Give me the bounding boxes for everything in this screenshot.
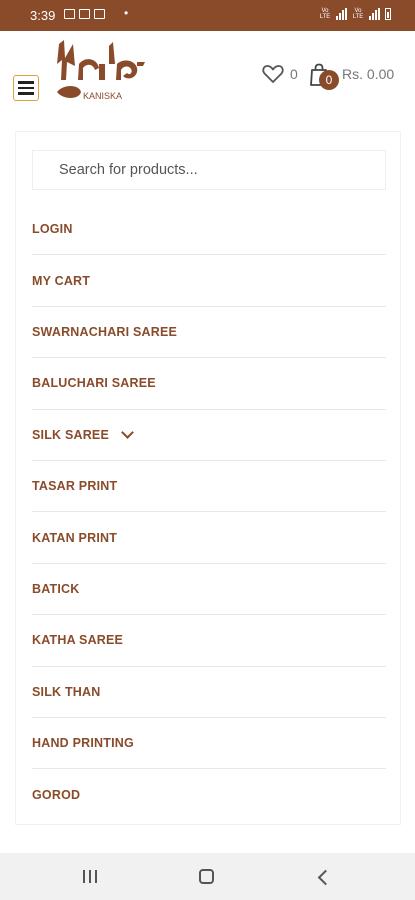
status-bar: 3:39 • Vo LTE Vo LTE <box>0 0 415 31</box>
notification-icons <box>64 9 105 19</box>
menu-item-hand-printing[interactable]: HAND PRINTING <box>32 718 386 770</box>
menu-item-katha-saree[interactable]: KATHA SAREE <box>32 615 386 667</box>
signal-icon <box>369 8 380 20</box>
home-icon[interactable] <box>199 869 214 884</box>
site-logo[interactable]: KANISKA <box>53 38 149 116</box>
menu-item-label: TASAR PRINT <box>32 479 118 494</box>
wishlist-button[interactable] <box>262 64 284 89</box>
menu-item-label: LOGIN <box>32 222 73 237</box>
menu-icon[interactable] <box>13 75 39 101</box>
logo-text: KANISKA <box>83 91 122 101</box>
notification-icon <box>79 9 90 19</box>
menu-item-label: HAND PRINTING <box>32 736 134 751</box>
menu-item-baluchari-saree[interactable]: BALUCHARI SAREE <box>32 358 386 410</box>
menu-item-label: BATICK <box>32 581 80 596</box>
menu-item-katan-print[interactable]: KATAN PRINT <box>32 512 386 564</box>
menu-item-gorod[interactable]: GOROD <box>32 769 386 820</box>
menu-item-login[interactable]: LOGIN <box>32 204 386 256</box>
menu-item-label: SWARNACHARI SAREE <box>32 324 178 339</box>
cart-total[interactable]: Rs. 0.00 <box>342 66 394 82</box>
notification-icon <box>94 9 105 19</box>
menu-item-label: MY CART <box>32 273 91 288</box>
notification-dot: • <box>124 6 129 20</box>
menu-item-my-cart[interactable]: MY CART <box>32 255 386 307</box>
menu-item-label: BALUCHARI SAREE <box>32 376 156 391</box>
cart-count-badge: 0 <box>319 70 339 90</box>
back-icon[interactable] <box>317 869 334 886</box>
battery-icon <box>385 8 391 20</box>
menu-item-label: SILK SAREE <box>32 427 110 442</box>
search-box <box>32 150 386 190</box>
system-nav-bar <box>0 853 415 900</box>
menu-item-silk-saree[interactable]: SILK SAREE <box>32 410 386 461</box>
menu-item-swarnachari-saree[interactable]: SWARNACHARI SAREE <box>32 307 386 359</box>
recents-icon[interactable] <box>83 870 97 883</box>
mobile-menu: LOGIN MY CART SWARNACHARI SAREE BALUCHAR… <box>32 204 386 821</box>
status-time: 3:39 <box>30 8 56 23</box>
notification-icon <box>64 9 75 19</box>
status-indicators: Vo LTE Vo LTE <box>319 8 391 20</box>
mobile-menu-panel: LOGIN MY CART SWARNACHARI SAREE BALUCHAR… <box>15 131 401 825</box>
menu-item-silk-than[interactable]: SILK THAN <box>32 667 386 718</box>
volte-icon: Vo LTE <box>319 8 331 20</box>
menu-item-label: GOROD <box>32 787 81 802</box>
heart-icon <box>262 65 284 83</box>
volte-icon: Vo LTE <box>352 8 364 20</box>
chevron-down-icon[interactable] <box>121 425 134 439</box>
menu-item-label: SILK THAN <box>32 684 101 699</box>
signal-icon <box>336 8 347 20</box>
search-input[interactable] <box>33 151 385 189</box>
menu-item-tasar-print[interactable]: TASAR PRINT <box>32 461 386 513</box>
menu-item-batick[interactable]: BATICK <box>32 564 386 616</box>
wishlist-count: 0 <box>290 66 298 82</box>
menu-item-label: KATHA SAREE <box>32 633 124 648</box>
menu-item-label: KATAN PRINT <box>32 530 118 545</box>
